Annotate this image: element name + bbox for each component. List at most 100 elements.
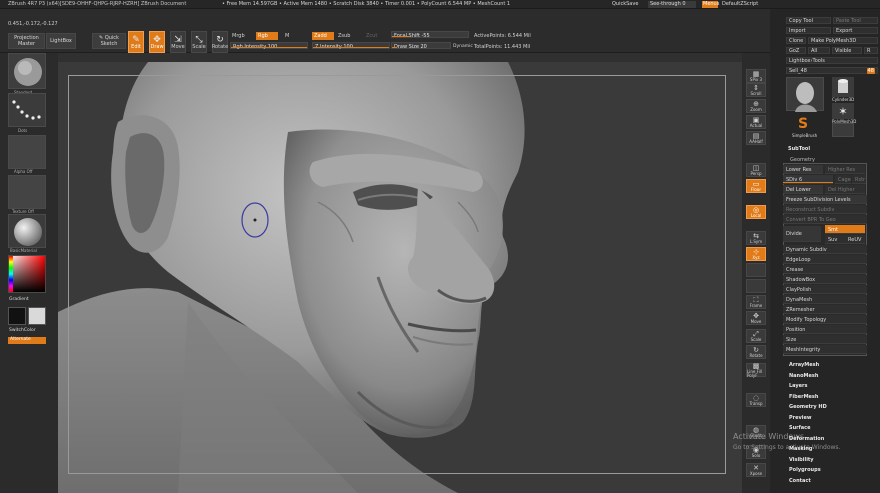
sculpt-head-model[interactable]	[58, 62, 742, 493]
material-thumbnail[interactable]	[8, 214, 46, 248]
stroke-dots-thumbnail[interactable]	[8, 93, 46, 127]
tool-thumbnail-cylinder[interactable]	[832, 77, 854, 97]
geometry-subpanel-shadowbox[interactable]: ShadowBox	[783, 275, 867, 284]
tool-thumbnail-polymesh[interactable]: ✶	[832, 103, 854, 119]
main-color-swatch[interactable]	[8, 307, 26, 325]
rightshelf-button-6[interactable]: ▭ Floor	[746, 179, 766, 193]
tool-section-layers[interactable]: Layers	[789, 383, 808, 389]
rightshelf-button-7[interactable]: ◎ Local	[746, 205, 766, 219]
rightshelf-button-10[interactable]	[746, 263, 766, 277]
default-zscript-button[interactable]: DefaultZScript	[722, 2, 758, 7]
del-lower-button[interactable]: Del Lower	[783, 185, 823, 194]
goz-button[interactable]: GoZ	[786, 47, 806, 54]
rightshelf-button-1[interactable]: ⇕ Scroll	[746, 83, 766, 97]
seethrough-slider[interactable]: See-through 0	[648, 1, 696, 8]
geometry-subpanel-crease[interactable]: Crease	[783, 265, 867, 274]
sdiv-slider[interactable]: SDiv 6	[783, 175, 833, 184]
export-button[interactable]: Export	[833, 27, 878, 34]
tool-section-deformation[interactable]: Deformation	[789, 436, 824, 442]
lightbox-tools-button[interactable]: Lightbox›Tools	[786, 57, 878, 64]
geometry-subpanel-edgeloop[interactable]: EdgeLoop	[783, 255, 867, 264]
tool-thumbnail-simplebrush[interactable]: S	[792, 115, 814, 133]
import-button[interactable]: Import	[786, 27, 831, 34]
tool-section-surface[interactable]: Surface	[789, 425, 811, 431]
geometry-subpanel-modify-topology[interactable]: Modify Topology	[783, 315, 867, 324]
tool-section-polygroups[interactable]: Polygroups	[789, 467, 821, 473]
texture-thumbnail[interactable]	[8, 175, 46, 209]
lower-res-button[interactable]: Lower Res	[783, 165, 823, 174]
menus-toggle-button[interactable]: Menus	[702, 1, 719, 8]
all-button[interactable]: All	[808, 47, 830, 54]
tool-section-visibility[interactable]: Visibility	[789, 457, 814, 463]
switch-color-button[interactable]: SwitchColor	[9, 328, 36, 334]
divide-button[interactable]: Divide	[783, 226, 821, 242]
quicksave-button[interactable]: QuickSave	[612, 2, 638, 7]
quick-sketch-button[interactable]: ✎ Quick Sketch	[92, 33, 126, 49]
rightshelf-button-17[interactable]: ◌ Transp	[746, 393, 766, 407]
reuv-button[interactable]: ReUV	[845, 235, 865, 244]
geometry-subpanel-zremesher[interactable]: ZRemesher	[783, 305, 867, 314]
draw-size-slider[interactable]: Draw Size 20	[391, 42, 451, 50]
rightshelf-button-13[interactable]: ✥ Move	[746, 311, 766, 325]
current-tool-slider[interactable]: Sell_48 48	[786, 67, 878, 74]
alpha-thumbnail[interactable]	[8, 135, 46, 169]
rightshelf-button-9[interactable]: ⊹ Xyz	[746, 247, 766, 261]
hue-strip[interactable]	[9, 256, 13, 292]
copy-tool-button[interactable]: Copy Tool	[786, 17, 831, 24]
rgb-button[interactable]: Rgb	[256, 32, 278, 40]
focal-shift-slider[interactable]: Focal Shift -55	[391, 31, 469, 39]
dynamic-button[interactable]: Dynamic	[453, 44, 473, 49]
rightshelf-button-14[interactable]: ⤢ Scale	[746, 329, 766, 343]
document-canvas[interactable]	[58, 62, 742, 493]
subtool-section[interactable]: SubTool	[788, 146, 810, 152]
rightshelf-button-0[interactable]: ▦ SPix 3	[746, 69, 766, 83]
r-button[interactable]: R	[864, 47, 878, 54]
rightshelf-button-11[interactable]	[746, 279, 766, 293]
freeze-subdivision-button[interactable]: Freeze SubDivision Levels	[783, 195, 867, 204]
tool-section-preview[interactable]: Preview	[789, 415, 812, 421]
rightshelf-button-12[interactable]: ⛶ Frame	[746, 295, 766, 309]
rgb-intensity-slider[interactable]: Rgb Intensity 100	[230, 42, 308, 50]
move-tool-button[interactable]: ⇲ Move	[170, 31, 186, 53]
tool-thumbnail-sell[interactable]	[832, 123, 854, 137]
projection-master-button[interactable]: Projection Master	[8, 33, 45, 49]
rightshelf-button-5[interactable]: ◫ Persp	[746, 163, 766, 177]
zsub-button[interactable]: Zsub	[338, 33, 350, 39]
geometry-subpanel-position[interactable]: Position	[783, 325, 867, 334]
alternate-button[interactable]: Alternate	[8, 337, 46, 344]
suv-button[interactable]: Suv	[825, 235, 845, 244]
scale-tool-button[interactable]: ⤡ Scale	[191, 31, 207, 53]
visible-button[interactable]: Visible	[832, 47, 862, 54]
m-button[interactable]: M	[285, 33, 289, 39]
mrgb-button[interactable]: Mrgb	[232, 33, 245, 39]
geometry-subpanel-dynamic-subdiv[interactable]: Dynamic Subdiv	[783, 245, 867, 254]
tool-section-arraymesh[interactable]: ArrayMesh	[789, 362, 819, 368]
z-intensity-slider[interactable]: Z Intensity 100	[312, 42, 390, 50]
rightshelf-button-3[interactable]: ▣ Actual	[746, 115, 766, 129]
tool-section-contact[interactable]: Contact	[789, 478, 811, 484]
draw-tool-button[interactable]: ✥ Draw	[149, 31, 165, 53]
geometry-subpanel-size[interactable]: Size	[783, 335, 867, 344]
tool-section-masking[interactable]: Masking	[789, 446, 813, 452]
rightshelf-button-20[interactable]: ✕ Xpose	[746, 463, 766, 477]
rightshelf-button-4[interactable]: ▤ AAHalf	[746, 131, 766, 145]
edit-tool-button[interactable]: ✎ Edit	[128, 31, 144, 53]
secondary-color-swatch[interactable]	[28, 307, 46, 325]
rotate-tool-button[interactable]: ↻ Rotate	[212, 31, 228, 53]
smt-button[interactable]: Smt	[825, 225, 865, 234]
tool-section-nanomesh[interactable]: NanoMesh	[789, 373, 818, 379]
brush-standard-thumbnail[interactable]	[8, 53, 46, 89]
geometry-subpanel-meshintegrity[interactable]: MeshIntegrity	[783, 345, 867, 354]
rightshelf-button-16[interactable]: ▩ Line Fill PolyF	[746, 362, 766, 377]
make-polymesh-button[interactable]: Make PolyMesh3D	[808, 37, 878, 44]
rightshelf-button-15[interactable]: ↻ Rotate	[746, 345, 766, 359]
tool-section-fibermesh[interactable]: FiberMesh	[789, 394, 818, 400]
lightbox-button[interactable]: LightBox	[46, 33, 76, 49]
gradient-label[interactable]: Gradient	[9, 297, 29, 303]
tool-section-geometry-hd[interactable]: Geometry HD	[789, 404, 827, 410]
color-picker[interactable]	[8, 255, 46, 293]
geometry-subpanel-dynamesh[interactable]: DynaMesh	[783, 295, 867, 304]
rightshelf-button-8[interactable]: ⇆ L.Sym	[746, 231, 766, 245]
geometry-subpanel-claypolish[interactable]: ClayPolish	[783, 285, 867, 294]
rightshelf-button-2[interactable]: ⊕ Zoom	[746, 99, 766, 113]
